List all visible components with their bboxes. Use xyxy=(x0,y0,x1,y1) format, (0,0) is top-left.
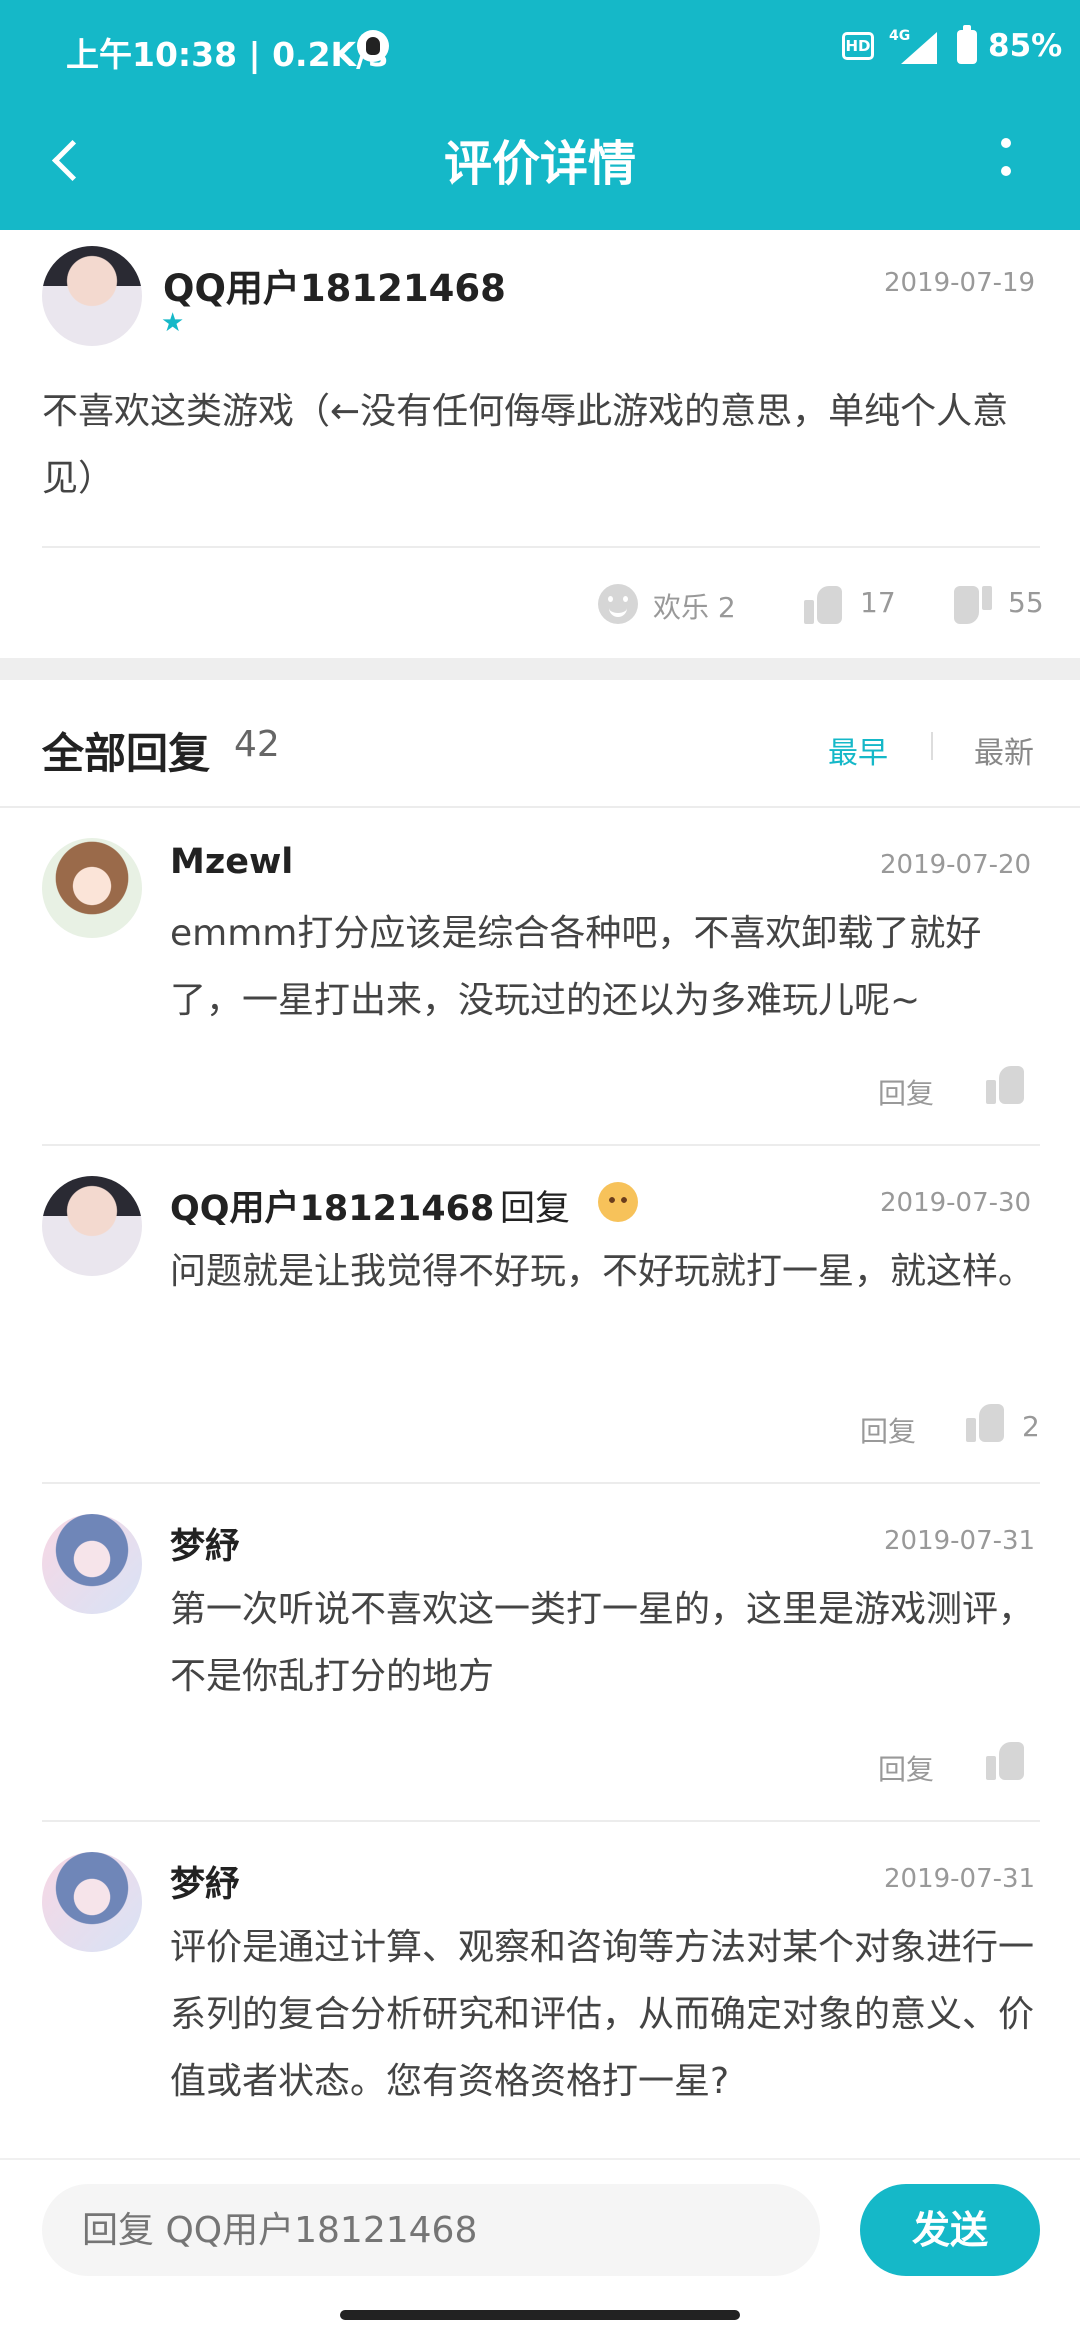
signal-icon: 4G xyxy=(889,28,939,64)
top-bar: 上午10:38 | 0.2K/s HD 4G 85% 评价详情 xyxy=(0,0,1080,230)
list-item: 梦紓 2019-07-31 评价是通过计算、观察和咨询等方法对某个对象进行一系列… xyxy=(0,1822,1080,2158)
thumb-up-icon[interactable] xyxy=(986,1742,1024,1780)
reply-text: emmm打分应该是综合各种吧，不喜欢卸载了就好了，一星打出来，没玩过的还以为多难… xyxy=(170,913,982,1021)
qq-notification-icon xyxy=(357,30,389,62)
like-count: 2 xyxy=(1022,1410,1040,1443)
divider xyxy=(42,546,1040,548)
reply-input[interactable] xyxy=(42,2184,820,2276)
battery-icon xyxy=(957,25,977,64)
hd-icon: HD xyxy=(842,32,874,60)
replies-header: 全部回复 42 最早 最新 xyxy=(0,680,1080,808)
reply-date: 2019-07-20 xyxy=(880,850,1032,880)
review-card: QQ用户18121468 ★ 2019-07-19 不喜欢这类游戏（←没有任何侮… xyxy=(0,230,1080,658)
thumb-up-icon[interactable] xyxy=(804,586,842,624)
fun-count[interactable]: 欢乐 2 xyxy=(653,586,736,626)
thumb-up-icon[interactable] xyxy=(986,1066,1024,1104)
reply-text: 问题就是让我觉得不好玩，不好玩就打一星，就这样。 xyxy=(170,1251,1035,1292)
reply-text: 第一次听说不喜欢这一类打一星的，这里是游戏测评，不是你乱打分的地方 xyxy=(170,1589,1035,1697)
emoji-face-icon xyxy=(598,1182,638,1222)
list-item: 梦紓 2019-07-31 第一次听说不喜欢这一类打一星的，这里是游戏测评，不是… xyxy=(0,1484,1080,1822)
reply-date: 2019-07-31 xyxy=(884,1526,1036,1556)
home-indicator xyxy=(340,2310,740,2320)
reply-button[interactable]: 回复 xyxy=(878,1072,934,1112)
dislike-count: 55 xyxy=(1008,586,1044,619)
sort-latest-tab[interactable]: 最新 xyxy=(974,728,1034,772)
page-title: 评价详情 xyxy=(443,136,636,192)
reply-username[interactable]: Mzewl xyxy=(170,842,293,882)
reply-username[interactable]: QQ用户18121468 xyxy=(170,1180,494,1231)
signal-bars-icon xyxy=(901,32,937,64)
review-text: 不喜欢这类游戏（←没有任何侮辱此游戏的意思，单纯个人意见） xyxy=(42,391,1009,499)
status-bar: 上午10:38 | 0.2K/s HD 4G 85% xyxy=(0,0,1080,96)
thumb-down-icon[interactable] xyxy=(954,586,992,624)
section-gap xyxy=(0,658,1080,680)
reply-to-label: 回复 xyxy=(500,1189,571,1229)
replies-title: 全部回复 xyxy=(42,729,211,778)
avatar[interactable] xyxy=(42,838,142,938)
divider xyxy=(931,732,933,760)
reply-date: 2019-07-31 xyxy=(884,1864,1036,1894)
avatar[interactable] xyxy=(42,1176,142,1276)
reply-username[interactable]: 梦紓 xyxy=(170,1856,240,1907)
reply-text: 评价是通过计算、观察和咨询等方法对某个对象进行一系列的复合分析研究和评估，从而确… xyxy=(170,1927,1035,2102)
status-time: 上午10:38 | 0.2K/s xyxy=(66,35,388,74)
sort-earliest-tab[interactable]: 最早 xyxy=(828,728,888,772)
send-button[interactable]: 发送 xyxy=(860,2184,1040,2276)
list-item: QQ用户18121468 回复 2019-07-30 问题就是让我觉得不好玩，不… xyxy=(0,1146,1080,1484)
like-count: 17 xyxy=(860,586,896,619)
reply-date: 2019-07-30 xyxy=(880,1188,1032,1218)
reply-username[interactable]: 梦紓 xyxy=(170,1518,240,1569)
avatar[interactable] xyxy=(42,246,142,346)
dot xyxy=(1001,166,1011,176)
replies-count: 42 xyxy=(234,724,280,765)
star-icon: ★ xyxy=(161,308,185,338)
reply-button[interactable]: 回复 xyxy=(878,1748,934,1788)
smile-icon[interactable] xyxy=(598,584,638,624)
reply-composer: 发送 xyxy=(0,2158,1080,2340)
avatar[interactable] xyxy=(42,1852,142,1952)
reply-button[interactable]: 回复 xyxy=(860,1410,916,1450)
review-username[interactable]: QQ用户18121468 xyxy=(163,258,506,312)
review-date: 2019-07-19 xyxy=(884,268,1036,298)
nav-bar: 评价详情 xyxy=(0,96,1080,230)
more-options-icon[interactable] xyxy=(986,126,1026,196)
dot xyxy=(1001,138,1011,148)
battery-percent: 85% xyxy=(988,28,1063,64)
list-item: Mzewl 2019-07-20 emmm打分应该是综合各种吧，不喜欢卸载了就好… xyxy=(0,808,1080,1146)
avatar[interactable] xyxy=(42,1514,142,1614)
thumb-up-icon[interactable] xyxy=(966,1404,1004,1442)
